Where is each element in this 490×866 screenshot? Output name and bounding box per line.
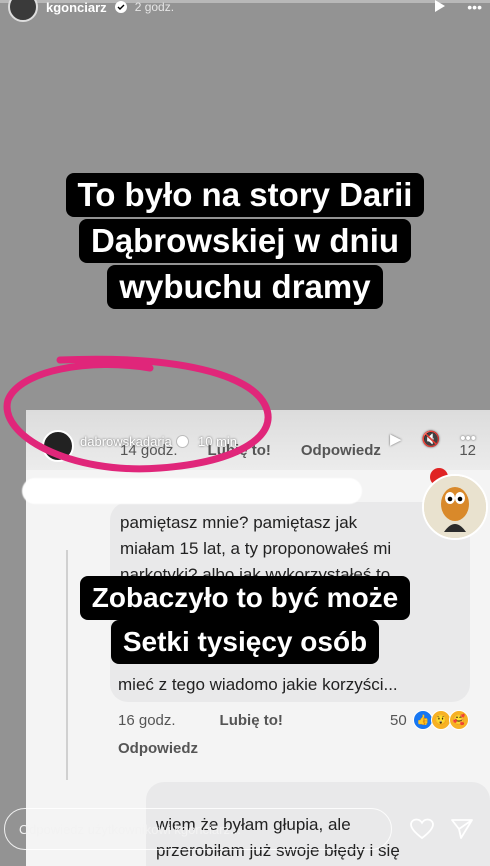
heart-icon[interactable] bbox=[410, 818, 434, 840]
comment-line: miałam 15 lat, a ty proponowałeś mi bbox=[120, 539, 392, 558]
fb-comment-meta-top: 14 godz. Lubię to! Odpowiedz bbox=[120, 442, 381, 459]
reply-input[interactable] bbox=[4, 808, 392, 850]
avatar[interactable] bbox=[8, 0, 38, 22]
story-view: kgonciarz 2 godz. ••• To było na story D… bbox=[0, 0, 490, 866]
fb-reply-label: Odpowiedz bbox=[118, 740, 198, 757]
caption-line: Setki tysięcy osób bbox=[110, 620, 380, 664]
play-icon: ▶ bbox=[390, 431, 402, 448]
fb-reaction-count: 12 bbox=[459, 442, 476, 459]
story-header: kgonciarz 2 godz. ••• bbox=[0, 0, 490, 22]
fb-like-label: Lubię to! bbox=[207, 442, 271, 459]
like-reaction-icon: 👍 bbox=[412, 710, 433, 730]
username[interactable]: kgonciarz bbox=[46, 0, 107, 15]
fb-time: 14 godz. bbox=[120, 442, 178, 459]
comment-tail: mieć z tego wiadomo jakie korzyści... bbox=[118, 675, 398, 694]
profile-picture bbox=[422, 474, 488, 540]
send-icon[interactable] bbox=[450, 818, 474, 840]
fb-time: 16 godz. bbox=[118, 712, 176, 729]
caption-line: To było na story Darii bbox=[65, 173, 425, 217]
redaction-scribble bbox=[22, 478, 362, 504]
comment-line: pamiętasz mnie? pamiętasz jak bbox=[120, 513, 358, 532]
wow-reaction-icon: 😲 bbox=[430, 710, 451, 730]
caption-mid: Zobaczyło to być może Setki tysięcy osób bbox=[0, 576, 490, 664]
verified-icon bbox=[114, 1, 127, 13]
fb-reaction-count: 50 bbox=[390, 711, 407, 729]
fb-comment-meta: 16 godz. Lubię to! bbox=[118, 712, 283, 729]
fb-reactions: 50 👍 😲 🥰 bbox=[390, 710, 469, 730]
caption-top: To było na story Darii Dąbrowskiej w dni… bbox=[0, 172, 490, 310]
embedded-avatar bbox=[42, 430, 74, 462]
more-icon[interactable]: ••• bbox=[467, 0, 482, 15]
mute-icon: 🔇 bbox=[421, 431, 441, 448]
caption-line: Zobaczyło to być może bbox=[79, 576, 411, 620]
post-time: 2 godz. bbox=[134, 0, 175, 14]
play-icon[interactable] bbox=[433, 0, 446, 15]
caption-line: Dąbrowskiej w dniu bbox=[78, 219, 412, 263]
fb-reply-label: Odpowiedz bbox=[300, 442, 381, 459]
fb-like-label: Lubię to! bbox=[219, 712, 283, 729]
care-reaction-icon: 🥰 bbox=[448, 710, 469, 730]
caption-line: wybuchu dramy bbox=[107, 265, 383, 309]
